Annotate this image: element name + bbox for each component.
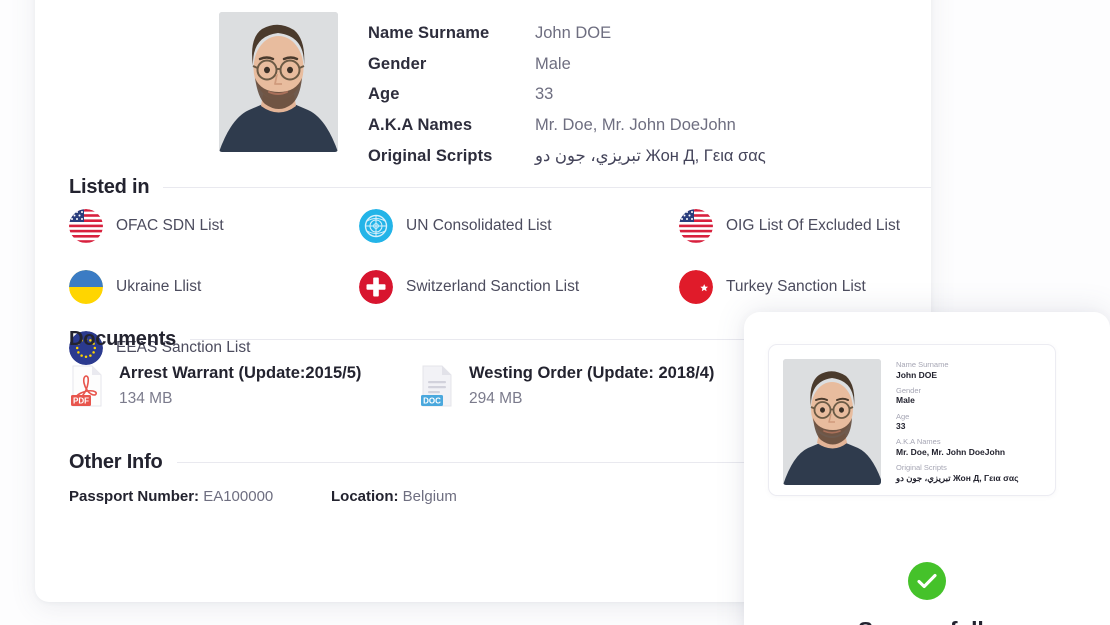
portrait-photo (783, 359, 881, 485)
field-row: Gender Male (896, 385, 1019, 406)
svg-text:PDF: PDF (73, 396, 89, 405)
flag-us-icon (69, 209, 103, 243)
mini-identity-fields: Name Surname John DOE Gender Male Age 33… (896, 359, 1019, 483)
list-item[interactable]: OFAC SDN List (69, 209, 359, 243)
success-label: Successfully (744, 617, 1110, 625)
list-item[interactable]: Turkey Sanction List (679, 270, 931, 304)
field-value: Belgium (402, 488, 457, 505)
field-row: Name Surname John DOE (896, 360, 1019, 380)
field-label: Name Surname (368, 24, 490, 42)
identity-fields: Name Surname John DOE Gender Male Age 33… (368, 12, 766, 178)
document-item[interactable]: PDF Arrest Warrant (Update:2015/5) 134 M… (69, 364, 419, 408)
field-label: Gender (368, 54, 427, 73)
field-row: A.K.A Names Mr. Doe, Mr. John DoeJohn (368, 116, 766, 135)
doc-file-icon: DOC (419, 364, 455, 408)
flag-ua-icon (69, 270, 103, 304)
field-label: Original Scripts (896, 463, 947, 472)
listed-in-heading: Listed in (69, 176, 931, 199)
screenshot-stage: Name Surname John DOE Gender Male Age 33… (0, 0, 1110, 625)
field-value: Mr. Doe, Mr. John DoeJohn (535, 115, 736, 134)
field-value: Male (896, 395, 915, 406)
document-size: 134 MB (119, 390, 173, 407)
flag-us-icon (679, 209, 713, 243)
list-item[interactable]: OIG List Of Excluded List (679, 209, 931, 243)
document-item[interactable]: DOC Westing Order (Update: 2018/4) 294 M… (419, 364, 714, 408)
field-value: 33 (535, 85, 554, 103)
field-row: Age 33 (368, 85, 766, 104)
success-status: Successfully (744, 562, 1110, 625)
list-item-label: Ukraine Llist (116, 278, 202, 295)
list-item[interactable]: Ukraine Llist (69, 270, 359, 304)
list-item-label: UN Consolidated List (406, 217, 552, 234)
document-size: 294 MB (469, 390, 523, 407)
field-label: Passport Number: (69, 488, 200, 505)
field-value: Male (535, 54, 571, 73)
field-row: A.K.A Names Mr. Doe, Mr. John DoeJohn (896, 438, 1019, 457)
field-value: EA100000 (203, 488, 274, 505)
field-label: Original Scripts (368, 147, 493, 165)
field-label: Gender (896, 385, 922, 395)
field-label: Location: (331, 488, 399, 505)
field-label: A.K.A Names (368, 115, 473, 134)
field-label: Name Surname (896, 360, 949, 369)
field-label: Age (896, 411, 910, 421)
section-title: Listed in (69, 176, 150, 198)
field-row: Original Scripts تبريزي، جون دو Жон Д, Γ… (896, 463, 1019, 483)
section-title: Other Info (69, 451, 163, 473)
list-item-label: OFAC SDN List (116, 217, 224, 234)
field-label: Age (368, 85, 400, 103)
pdf-file-icon: PDF (69, 364, 105, 408)
field-row: Gender Male (368, 55, 766, 74)
flag-ch-icon (359, 270, 393, 304)
floating-result-panel: Name Surname John DOE Gender Male Age 33… (744, 312, 1110, 625)
list-item-label: Turkey Sanction List (726, 278, 866, 295)
field-value: Mr. Doe, Mr. John DoeJohn (896, 446, 1006, 457)
field-value: تبريزي، جون دو Жон Д, Γεια σας (535, 147, 766, 165)
flag-tr-icon (679, 270, 713, 304)
identity-header: Name Surname John DOE Gender Male Age 33… (219, 12, 766, 178)
svg-text:DOC: DOC (423, 396, 441, 405)
field-row: Original Scripts تبريزي، جون دو Жон Д, Γ… (368, 146, 766, 166)
list-item-label: Switzerland Sanction List (406, 278, 580, 295)
field-label: A.K.A Names (896, 437, 941, 447)
document-title: Westing Order (Update: 2018/4) (469, 364, 715, 382)
field-row: Name Surname John DOE (368, 24, 766, 43)
portrait-photo (219, 12, 338, 152)
mini-profile-card[interactable]: Name Surname John DOE Gender Male Age 33… (768, 344, 1056, 496)
section-title: Documents (69, 328, 177, 350)
field-value: John DOE (535, 24, 612, 42)
check-circle-icon (908, 562, 946, 600)
other-info-list: Passport Number: EA100000 Location: Belg… (69, 488, 457, 505)
flag-un-icon (359, 209, 393, 243)
list-item[interactable]: UN Consolidated List (359, 209, 679, 243)
field-value: تبريزي، جون دو Жон Д, Γεια σας (896, 472, 1019, 483)
field-value: 33 (896, 421, 906, 432)
list-item[interactable]: Switzerland Sanction List (359, 270, 679, 304)
field-value: John DOE (896, 369, 938, 380)
location-field: Location: Belgium (331, 488, 457, 505)
passport-number-field: Passport Number: EA100000 (69, 488, 331, 505)
divider (163, 187, 931, 188)
document-title: Arrest Warrant (Update:2015/5) (119, 364, 362, 382)
documents-list: PDF Arrest Warrant (Update:2015/5) 134 M… (69, 364, 714, 408)
list-item-label: OIG List Of Excluded List (726, 217, 901, 234)
field-row: Age 33 (896, 411, 1019, 432)
